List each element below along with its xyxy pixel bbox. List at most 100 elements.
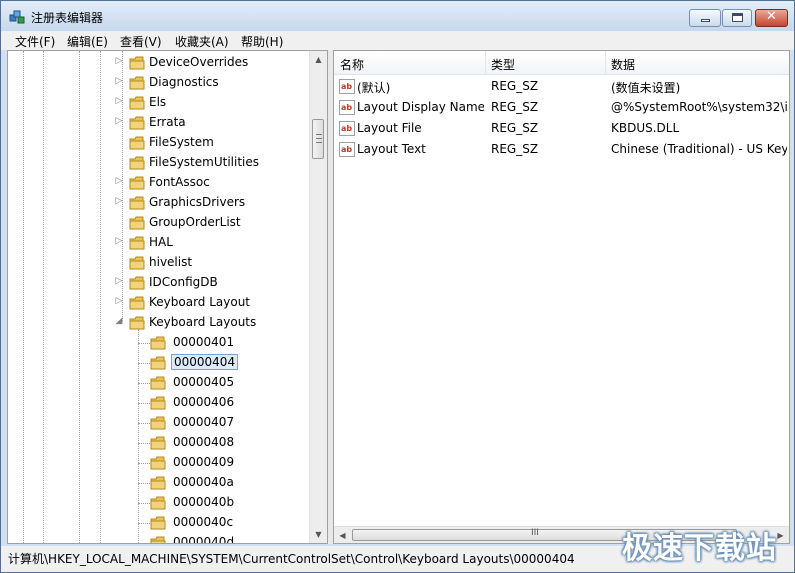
tree-item-label: 00000406 (173, 395, 235, 409)
status-path: 计算机\HKEY_LOCAL_MACHINE\SYSTEM\CurrentCon… (8, 552, 575, 566)
tree-item[interactable]: ▷ HAL (114, 233, 314, 253)
tree-item[interactable]: ▷ FontAssoc (114, 173, 314, 193)
tree-connector (138, 543, 150, 544)
column-name[interactable]: 名称 (340, 56, 364, 73)
close-button[interactable]: ✕ (755, 9, 788, 27)
expand-icon[interactable]: ▷ (114, 176, 124, 186)
tree-item[interactable]: ▷ GraphicsDrivers (114, 193, 314, 213)
tree-item-label: 0000040b (173, 495, 235, 509)
tree-item[interactable]: 00000408 (133, 433, 327, 453)
tree-item-label: Keyboard Layout (149, 295, 251, 309)
tree-item[interactable]: hivelist (114, 253, 314, 273)
menu-file[interactable]: 文件(F) (15, 33, 55, 50)
value-data: KBDUS.DLL (611, 121, 680, 135)
tree-item[interactable]: 00000407 (133, 413, 327, 433)
svg-text:ab: ab (341, 124, 352, 133)
tree-item[interactable]: 0000040a (133, 473, 327, 493)
value-type: REG_SZ (491, 79, 539, 93)
tree-item[interactable]: ▷ Keyboard Layout (114, 293, 314, 313)
scroll-down-icon[interactable]: ▼ (310, 526, 327, 543)
maximize-button[interactable] (722, 9, 752, 27)
value-name: Layout Display Name (357, 100, 484, 114)
column-divider[interactable] (605, 51, 606, 74)
tree-item[interactable]: ▷ IDConfigDB (114, 273, 314, 293)
folder-icon (129, 276, 145, 290)
tree-item-label: 00000401 (173, 335, 235, 349)
values-list[interactable]: 名称 类型 数据 ab (默认) REG_SZ (数值未设置) ab Layout Dis… (333, 50, 790, 544)
folder-icon (150, 336, 166, 350)
registry-key-tree[interactable]: ▷ DeviceOverrides ▷ Diagnostics ▷ Els ▷ Errata F… (7, 50, 328, 544)
tree-item[interactable]: ▷ Els (114, 93, 314, 113)
tree-item[interactable]: ◢ Keyboard Layouts (114, 313, 314, 333)
column-data[interactable]: 数据 (611, 56, 635, 73)
string-value-icon: ab (339, 121, 355, 136)
menu-bar: 文件(F) 编辑(E) 查看(V) 收藏夹(A) 帮助(H) (1, 31, 794, 50)
tree-item[interactable]: 0000040c (133, 513, 327, 533)
tree-item[interactable]: 00000404 (133, 353, 327, 373)
close-icon: ✕ (766, 9, 777, 24)
tree-item[interactable]: ▷ Errata (114, 113, 314, 133)
value-data: @%SystemRoot%\system32\input.dll (611, 100, 787, 114)
tree-item[interactable]: 0000040d (133, 533, 327, 544)
tree-item[interactable]: 00000405 (133, 373, 327, 393)
menu-help[interactable]: 帮助(H) (241, 33, 283, 50)
svg-text:ab: ab (341, 145, 352, 154)
expand-icon[interactable]: ▷ (114, 196, 124, 206)
expand-icon[interactable]: ▷ (114, 96, 124, 106)
value-row[interactable]: ab Layout Display Name REG_SZ @%SystemRoot%… (334, 97, 789, 118)
value-type: REG_SZ (491, 121, 539, 135)
tree-item-label: 0000040a (173, 475, 234, 489)
tree-item-label: 00000408 (173, 435, 235, 449)
tree-item[interactable]: 0000040b (133, 493, 327, 513)
folder-icon (129, 136, 145, 150)
tree-item[interactable]: GroupOrderList (114, 213, 314, 233)
tree-item[interactable]: ▷ DeviceOverrides (114, 53, 314, 73)
tree-item-label: 00000404 (171, 354, 239, 370)
tree-scroll-thumb[interactable] (312, 119, 324, 159)
tree-item-label: 00000405 (173, 375, 235, 389)
tree-guide-line (43, 51, 44, 543)
tree-item-label: 0000040c (173, 515, 234, 529)
value-row[interactable]: ab (默认) REG_SZ (数值未设置) (334, 76, 789, 97)
grip-line (316, 142, 322, 143)
string-value-icon: ab (339, 79, 355, 94)
folder-icon (129, 116, 145, 130)
title-bar[interactable]: 注册表编辑器 ✕ (1, 1, 794, 31)
menu-edit[interactable]: 编辑(E) (67, 33, 108, 50)
grip-line (316, 134, 322, 135)
tree-vertical-scrollbar[interactable]: ▲ ▼ (309, 51, 327, 543)
column-divider[interactable] (485, 51, 486, 74)
expand-icon[interactable]: ▷ (114, 116, 124, 126)
folder-icon (129, 156, 145, 170)
expand-icon[interactable]: ▷ (114, 276, 124, 286)
tree-item[interactable]: 00000401 (133, 333, 327, 353)
menu-favorites[interactable]: 收藏夹(A) (175, 33, 229, 50)
column-type[interactable]: 类型 (491, 56, 515, 73)
tree-item[interactable]: FileSystemUtilities (114, 153, 314, 173)
expand-icon[interactable]: ▷ (114, 76, 124, 86)
svg-text:ab: ab (341, 82, 352, 91)
folder-icon (150, 516, 166, 530)
tree-item[interactable]: 00000406 (133, 393, 327, 413)
folder-icon (129, 76, 145, 90)
tree-item[interactable]: 00000409 (133, 453, 327, 473)
scroll-left-icon[interactable]: ◀ (334, 527, 351, 543)
value-data: (数值未设置) (611, 81, 681, 95)
folder-icon (129, 56, 145, 70)
tree-connector (138, 383, 150, 384)
expand-icon[interactable]: ▷ (114, 236, 124, 246)
expand-icon[interactable]: ▷ (114, 296, 124, 306)
tree-item[interactable]: ▷ Diagnostics (114, 73, 314, 93)
string-value-icon: ab (339, 100, 355, 115)
value-row[interactable]: ab Layout Text REG_SZ Chinese (Traditional)… (334, 139, 789, 160)
menu-view[interactable]: 查看(V) (120, 33, 162, 50)
expand-icon[interactable]: ▷ (114, 56, 124, 66)
scroll-up-icon[interactable]: ▲ (310, 51, 327, 68)
minimize-button[interactable] (689, 9, 721, 27)
scroll-grip: III (531, 528, 539, 538)
tree-item[interactable]: FileSystem (114, 133, 314, 153)
tree-connector (138, 343, 150, 344)
value-row[interactable]: ab Layout File REG_SZ KBDUS.DLL (334, 118, 789, 139)
tree-connector (138, 363, 150, 364)
collapse-icon[interactable]: ◢ (114, 316, 124, 326)
